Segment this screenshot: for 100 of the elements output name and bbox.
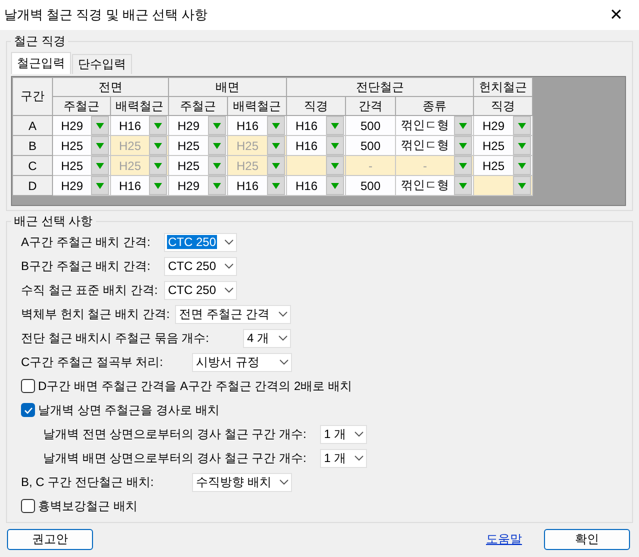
chevron-icon xyxy=(279,359,289,365)
dropdown-field[interactable]: 1 개 xyxy=(320,448,367,468)
option-label: B구간 주철근 배치 간격: xyxy=(21,258,152,274)
help-link[interactable]: 도움말 xyxy=(486,531,522,548)
combo-cell[interactable] xyxy=(286,156,346,176)
table-cell: 500 xyxy=(346,176,396,196)
dropdown-arrow-icon xyxy=(96,122,104,128)
combo-cell[interactable]: H25 xyxy=(52,156,110,176)
dropdown-field[interactable]: CTC 250 xyxy=(164,280,237,300)
combo-cell[interactable]: H29 xyxy=(168,116,228,136)
dropdown-field[interactable]: 4 개 xyxy=(243,328,291,348)
combo-cell[interactable]: H25 xyxy=(168,156,228,176)
dropdown-arrow-icon xyxy=(459,122,467,128)
option-label: 날개벽 전면 상면으로부터의 경사 철근 구간 개수: xyxy=(43,426,308,442)
checkmark-icon xyxy=(24,406,32,414)
checkbox[interactable]: D구간 배면 주철근 간격을 A구간 주철근 간격의 2배로 배치 xyxy=(21,376,628,396)
dropdown-arrow-icon xyxy=(331,162,339,168)
combo-cell[interactable]: H29 xyxy=(52,116,110,136)
chevron-icon xyxy=(278,311,288,317)
group-title: 배근 선택 사항 xyxy=(13,213,94,230)
dropdown-field[interactable]: CTC 250 xyxy=(164,232,237,252)
group-title: 철근 직경 xyxy=(13,33,66,50)
column-header: 헌치철근 xyxy=(474,78,532,96)
column-header: 종류 xyxy=(396,96,474,116)
dropdown-arrow-icon xyxy=(213,162,221,168)
dropdown-arrow-icon xyxy=(272,142,280,148)
option-label: C구간 주철근 절곡부 처리: xyxy=(21,354,164,370)
row-header: C xyxy=(12,156,52,176)
dropdown-arrow-icon xyxy=(213,182,221,188)
dropdown-field[interactable]: CTC 250 xyxy=(164,256,237,276)
close-button[interactable]: ✕ xyxy=(593,0,639,30)
column-header: 간격 xyxy=(346,96,396,116)
dropdown-arrow-icon xyxy=(518,162,526,168)
column-header: 전단철근 xyxy=(286,78,474,96)
combo-cell[interactable]: H29 xyxy=(168,176,228,196)
combo-cell[interactable]: H25 xyxy=(52,136,110,156)
dropdown-arrow-icon xyxy=(272,162,280,168)
dropdown-arrow-icon xyxy=(96,182,104,188)
dropdown-arrow-icon xyxy=(213,142,221,148)
combo-cell[interactable]: H16 xyxy=(286,116,346,136)
combo-cell[interactable]: H25 xyxy=(168,136,228,156)
column-header: 배면 xyxy=(168,78,286,96)
dropdown-field[interactable]: 전면 주철근 간격 xyxy=(175,304,291,324)
combo-cell[interactable]: H16 xyxy=(110,176,168,196)
recommend-button[interactable]: 권고안 xyxy=(7,529,93,550)
checkbox[interactable]: 날개벽 상면 주철근을 경사로 배치 xyxy=(21,400,628,420)
dropdown-field[interactable]: 수직방향 배치 xyxy=(192,472,292,492)
combo-cell[interactable]: H16 xyxy=(228,176,286,196)
combo-cell[interactable] xyxy=(474,176,532,196)
chevron-icon xyxy=(224,239,234,245)
chevron-icon xyxy=(224,263,234,269)
dropdown-arrow-icon xyxy=(154,142,162,148)
dropdown-field[interactable]: 1 개 xyxy=(320,424,367,444)
column-header: 배력철근 xyxy=(110,96,168,116)
combo-cell[interactable]: H16 xyxy=(286,136,346,156)
combo-cell[interactable]: 꺾인ㄷ형 xyxy=(396,116,474,136)
dropdown-arrow-icon xyxy=(459,162,467,168)
dropdown-field[interactable]: 시방서 규정 xyxy=(192,352,292,372)
dropdown-arrow-icon xyxy=(331,122,339,128)
column-header: 주철근 xyxy=(168,96,228,116)
combo-cell[interactable]: H29 xyxy=(474,116,532,136)
column-header: 구간 xyxy=(12,78,52,116)
option-label: 수직 철근 표준 배치 간격: xyxy=(21,282,159,298)
dropdown-arrow-icon xyxy=(518,122,526,128)
dropdown-arrow-icon xyxy=(213,122,221,128)
combo-cell[interactable]: H16 xyxy=(228,116,286,136)
chevron-icon xyxy=(279,479,289,485)
combo-cell[interactable]: H16 xyxy=(286,176,346,196)
checkbox[interactable]: 흉벽보강철근 배치 xyxy=(21,496,628,516)
dropdown-arrow-icon xyxy=(154,182,162,188)
table-cell: 500 xyxy=(346,116,396,136)
tab[interactable]: 철근입력 xyxy=(11,52,71,74)
combo-cell[interactable]: H16 xyxy=(110,116,168,136)
dropdown-arrow-icon xyxy=(272,182,280,188)
dropdown-arrow-icon xyxy=(518,142,526,148)
option-label: 벽체부 헌치 철근 배치 간격: xyxy=(21,306,171,322)
dropdown-arrow-icon xyxy=(272,122,280,128)
column-header: 직경 xyxy=(474,96,532,116)
dropdown-arrow-icon xyxy=(459,142,467,148)
column-header: 전면 xyxy=(52,78,168,96)
combo-cell[interactable]: 꺾인ㄷ형 xyxy=(396,176,474,196)
dropdown-arrow-icon xyxy=(518,182,526,188)
window-title: 날개벽 철근 직경 및 배근 선택 사항 xyxy=(4,6,208,24)
column-header: 주철근 xyxy=(52,96,110,116)
chevron-icon xyxy=(278,335,288,341)
chevron-icon xyxy=(354,431,364,437)
option-label: 날개벽 배면 상면으로부터의 경사 철근 구간 개수: xyxy=(43,450,308,466)
dropdown-arrow-icon xyxy=(331,142,339,148)
column-header: 직경 xyxy=(286,96,346,116)
combo-cell[interactable]: 꺾인ㄷ형 xyxy=(396,136,474,156)
tab[interactable]: 단수입력 xyxy=(72,54,132,74)
table-cell: - xyxy=(346,156,396,176)
dropdown-arrow-icon xyxy=(331,182,339,188)
dropdown-arrow-icon xyxy=(459,182,467,188)
chevron-icon xyxy=(224,287,234,293)
option-label: 전단 철근 배치시 주철근 묶음 개수: xyxy=(21,330,210,346)
combo-cell[interactable]: H29 xyxy=(52,176,110,196)
ok-button[interactable]: 확인 xyxy=(544,529,630,550)
combo-cell[interactable]: H25 xyxy=(474,136,532,156)
combo-cell[interactable]: H25 xyxy=(474,156,532,176)
